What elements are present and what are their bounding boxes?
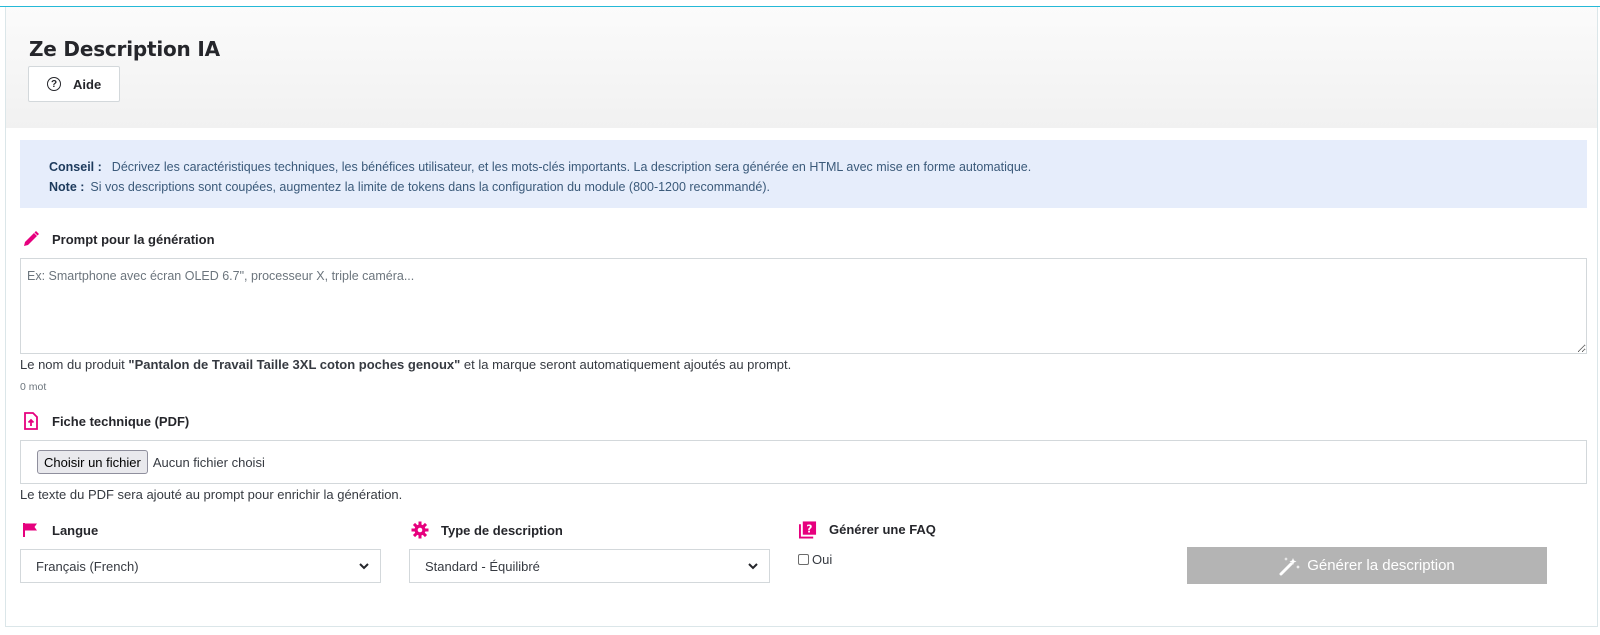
prompt-textarea[interactable] — [20, 258, 1587, 354]
tip-conseil-row: Conseil : Décrivez les caractéristiques t… — [49, 157, 1587, 177]
generate-description-button[interactable]: Générer la description — [1187, 547, 1547, 584]
help-button-label: Aide — [73, 76, 102, 92]
language-section-label: Langue — [22, 521, 98, 539]
choose-file-button[interactable]: Choisir un fichier — [37, 450, 148, 474]
pdf-section-label: Fiche technique (PDF) — [22, 412, 189, 430]
top-strip — [0, 0, 1600, 7]
tip-note-text: Si vos descriptions sont coupées, augmen… — [90, 180, 770, 194]
prompt-section-label: Prompt pour la génération — [22, 230, 215, 248]
pdf-label: Fiche technique (PDF) — [52, 413, 190, 429]
magic-wand-icon — [1279, 556, 1301, 576]
product-name: "Pantalon de Travail Taille 3XL coton po… — [128, 357, 461, 372]
tip-note-label: Note : — [49, 180, 85, 194]
generate-button-label: Générer la description — [1307, 557, 1455, 574]
prompt-help-prefix: Le nom du produit — [20, 357, 129, 372]
pencil-icon — [22, 230, 40, 248]
tip-conseil-text: Décrivez les caractéristiques techniques… — [111, 160, 1032, 174]
file-upload-icon — [22, 412, 40, 430]
language-selected-value: Français (French) — [36, 558, 139, 574]
faq-checkbox-row[interactable]: Oui — [798, 552, 832, 567]
language-label: Langue — [52, 522, 99, 538]
question-icon: ? — [47, 77, 61, 91]
tip-note-row: Note : Si vos descriptions sont coupées, … — [49, 177, 1587, 197]
chevron-down-icon — [747, 560, 759, 572]
svg-text:?: ? — [806, 523, 812, 535]
chevron-down-icon — [358, 560, 370, 572]
help-button[interactable]: ? Aide — [28, 66, 120, 102]
tip-conseil-label: Conseil : — [49, 160, 102, 174]
ai-description-panel: Ze Description IA ? Aide Conseil : Décriv… — [5, 7, 1598, 627]
prompt-help-suffix: et la marque seront automatiquement ajou… — [460, 357, 792, 372]
type-selected-value: Standard - Équilibré — [425, 558, 540, 574]
gear-icon — [411, 521, 429, 539]
prompt-help-text: Le nom du produit "Pantalon de Travail T… — [20, 357, 791, 372]
faq-checkbox[interactable] — [798, 554, 809, 565]
word-count: 0 mot — [20, 381, 47, 393]
type-label: Type de description — [441, 522, 563, 538]
description-type-select[interactable]: Standard - Équilibré — [409, 549, 770, 583]
pdf-help-text: Le texte du PDF sera ajouté au prompt po… — [20, 487, 403, 502]
flag-icon — [22, 521, 40, 539]
file-name-text: Aucun fichier choisi — [152, 454, 265, 470]
language-select[interactable]: Français (French) — [20, 549, 381, 583]
page-title: Ze Description IA — [29, 37, 220, 61]
faq-question-icon: ? — [799, 520, 817, 538]
prompt-label: Prompt pour la génération — [52, 231, 215, 247]
tip-box: Conseil : Décrivez les caractéristiques t… — [20, 140, 1587, 208]
panel-header: Ze Description IA ? Aide — [6, 7, 1597, 128]
faq-section-label: ? Générer une FAQ — [799, 520, 936, 538]
pdf-file-input: Choisir un fichier Aucun fichier choisi — [20, 440, 1587, 484]
faq-label: Générer une FAQ — [829, 521, 936, 537]
type-section-label: Type de description — [411, 521, 563, 539]
faq-checkbox-label: Oui — [812, 552, 833, 567]
